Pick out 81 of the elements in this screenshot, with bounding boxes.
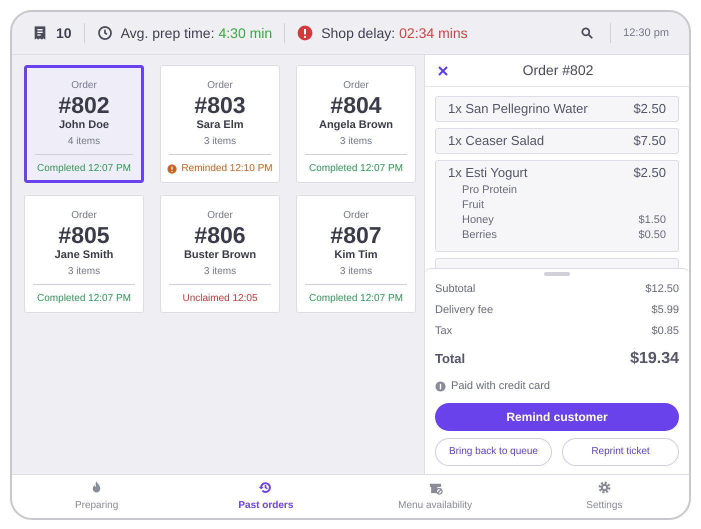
customer-name: Kim Tim: [334, 248, 378, 262]
item-count: 3 items: [340, 136, 372, 148]
summary-label: Delivery fee: [435, 303, 494, 318]
order-card[interactable]: Order #804 Angela Brown 3 items Completed 12:07 PM: [296, 65, 416, 183]
secondary-button[interactable]: Bring back to queue: [435, 438, 552, 466]
item-count: 3 items: [204, 266, 236, 278]
option-name: Fruit: [462, 198, 484, 213]
order-card[interactable]: Order #805 Jane Smith 3 items Completed 12:07 PM: [24, 195, 144, 313]
prep-time-value: 4:30 min: [218, 24, 272, 42]
ticket-count: 10: [56, 24, 72, 42]
customer-name: John Doe: [58, 118, 110, 132]
order-label: Order: [207, 80, 233, 92]
order-status: Completed 12:07 PM: [37, 292, 131, 306]
order-number: #804: [330, 92, 382, 118]
order-number: #806: [194, 222, 246, 248]
history-icon: [258, 480, 274, 495]
order-status: Reminded 12:10 PM: [181, 162, 273, 176]
item-price: $2.50: [633, 165, 666, 181]
summary-label: Tax: [435, 324, 452, 339]
remind-customer-button[interactable]: Remind customer: [435, 402, 679, 430]
option-name: Pro Protein: [462, 183, 518, 198]
order-label: Order: [343, 210, 369, 222]
order-status: Completed 12:07 PM: [309, 292, 403, 306]
order-card[interactable]: Order #802 John Doe 4 items Completed 12:07 PM: [24, 65, 144, 183]
nav-tab[interactable]: Menu availability: [350, 475, 520, 518]
customer-name: Sara Elm: [196, 118, 244, 132]
nav-tab[interactable]: Preparing: [12, 475, 182, 518]
order-label: Order: [71, 210, 97, 222]
option-name: Honey: [462, 213, 494, 228]
customer-name: Angela Brown: [319, 118, 393, 132]
search-icon: [580, 26, 594, 40]
order-card[interactable]: Order #807 Kim Tim 3 items Completed 12:07 PM: [296, 195, 416, 313]
order-number: #807: [330, 222, 382, 248]
item-count: 3 items: [340, 266, 372, 278]
settings-icon: [596, 480, 612, 495]
order-status: Unclaimed 12:05: [182, 292, 258, 306]
receipt-icon: [32, 25, 48, 41]
order-status: Completed 12:07 PM: [309, 162, 403, 176]
prep-time-label: Avg. prep time:: [120, 24, 214, 43]
coin-icon: [435, 380, 446, 392]
order-card[interactable]: Order #806 Buster Brown 3 items Unclaimed 12:05: [160, 195, 280, 313]
item-count: 4 items: [68, 136, 100, 148]
summary-value: $0.85: [651, 324, 679, 339]
order-label: Order: [71, 80, 97, 92]
secondary-button[interactable]: Reprint ticket: [562, 438, 679, 466]
order-number: #802: [58, 92, 110, 118]
clock-time: 12:30 pm: [623, 26, 669, 41]
order-label: Order: [207, 210, 233, 222]
alert-icon: [167, 164, 178, 174]
close-icon: [437, 64, 449, 76]
shop-delay-label: Shop delay:: [321, 24, 396, 43]
order-status: Completed 12:07 PM: [37, 162, 131, 176]
summary-label: Subtotal: [435, 282, 476, 297]
order-label: Order: [343, 80, 369, 92]
nav-tab[interactable]: Settings: [520, 475, 689, 518]
total-value: $19.34: [630, 349, 679, 369]
item-name: 1x Esti Yogurt: [448, 165, 528, 181]
item-name: 1x San Pellegrino Water: [448, 101, 588, 117]
drag-handle[interactable]: [544, 272, 570, 276]
alert-icon: [297, 25, 314, 41]
order-number: #805: [58, 222, 110, 248]
item-count: 3 items: [204, 136, 236, 148]
summary-value: $12.50: [645, 282, 679, 297]
customer-name: Jane Smith: [54, 248, 114, 262]
item-price: $7.50: [633, 133, 666, 149]
order-title: Order #802: [522, 61, 594, 80]
nav-tab[interactable]: Past orders: [181, 475, 350, 518]
option-name: Berries: [462, 228, 497, 243]
item-name: 1x Ceaser Salad: [448, 133, 544, 149]
customer-name: Buster Brown: [184, 248, 256, 262]
item-count: 3 items: [68, 266, 100, 278]
order-number: #803: [194, 92, 246, 118]
shop-delay-value: 02:34 mins: [399, 24, 468, 42]
payment-note: Paid with credit card: [451, 379, 550, 394]
clock-icon: [96, 25, 113, 41]
total-label: Total: [435, 350, 466, 368]
summary-value: $5.99: [651, 303, 679, 318]
option-price: $0.50: [638, 228, 666, 243]
option-price: $1.50: [638, 213, 666, 228]
item-price: $2.50: [633, 101, 666, 117]
order-card[interactable]: Order #803 Sara Elm 3 items Reminded 12:10 PM: [160, 65, 280, 183]
